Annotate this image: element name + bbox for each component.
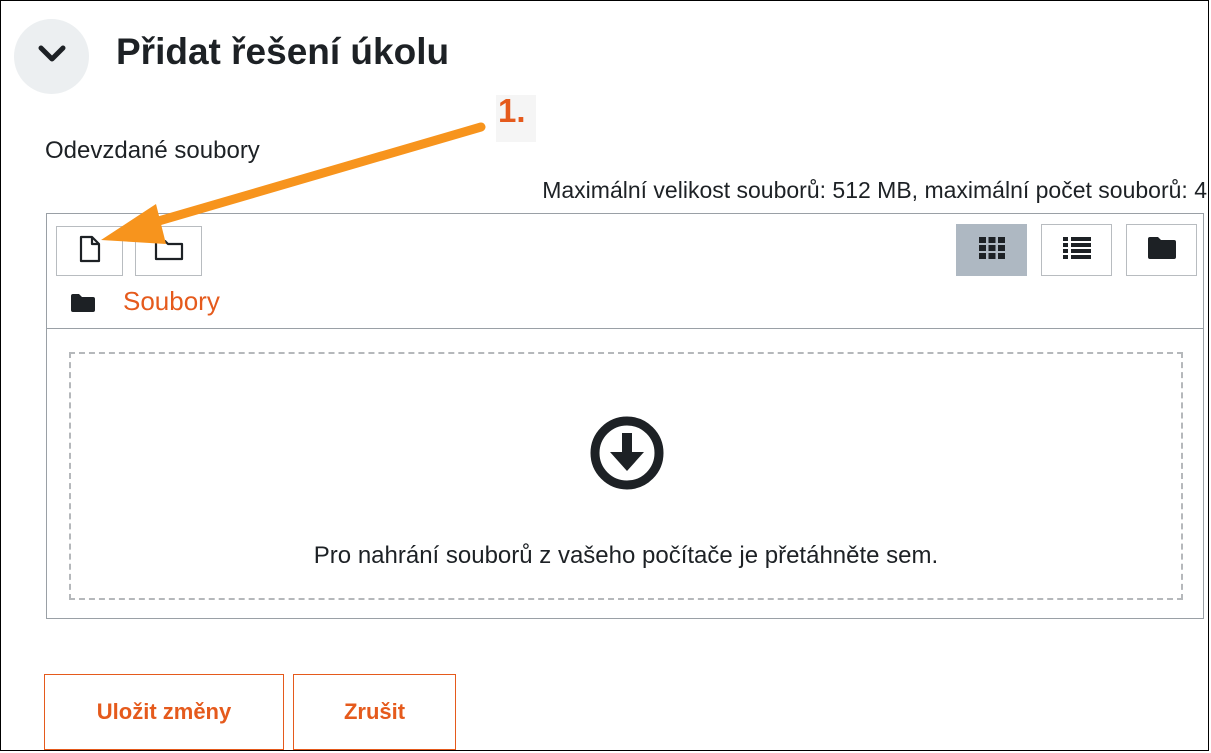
page-title: Přidat řešení úkolu [116,31,450,72]
view-list-button[interactable] [1041,224,1112,276]
cancel-button[interactable]: Zrušit [293,674,456,750]
folder-outline-icon [154,237,184,266]
download-circle-icon [588,414,666,497]
folder-icon [71,294,95,317]
view-tree-button[interactable] [1126,224,1197,276]
field-label: Odevzdané soubory [45,137,260,164]
add-file-button[interactable] [56,226,123,276]
file-icon [79,235,101,268]
save-changes-button[interactable]: Uložit změny [44,674,284,750]
breadcrumb-link-soubory[interactable]: Soubory [123,286,220,317]
create-folder-button[interactable] [135,226,202,276]
collapse-section-button[interactable] [14,19,89,94]
chevron-down-icon [37,44,67,69]
folder-icon [1147,236,1177,265]
file-manager: Soubory Pro nahrání souborů z vašeho poč… [46,213,1204,619]
view-icons-button[interactable] [956,224,1027,276]
list-icon [1062,236,1091,264]
grid-icon [978,236,1005,264]
drop-zone[interactable]: Pro nahrání souborů z vašeho počítače je… [69,352,1183,600]
breadcrumb: Soubory [47,278,1203,329]
annotation-step-label: 1. [498,92,526,129]
upload-limits-text: Maximální velikost souborů: 512 MB, maxi… [542,177,1207,203]
drop-zone-text: Pro nahrání souborů z vašeho počítače je… [313,542,939,569]
